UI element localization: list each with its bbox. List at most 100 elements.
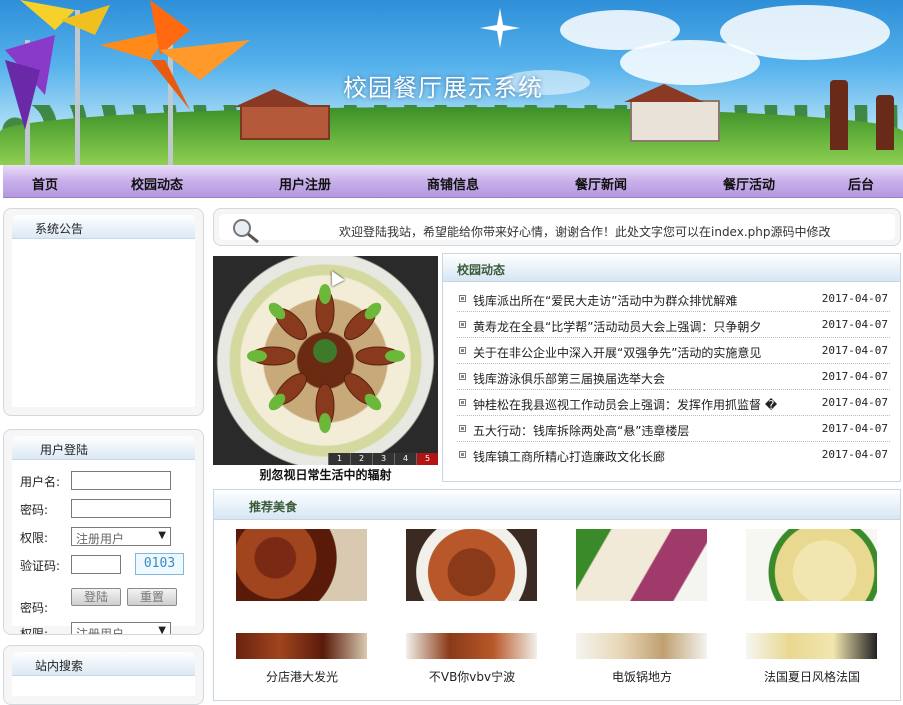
- windmill-icon: [830, 80, 848, 150]
- welcome-bar: 欢迎登陆我站，希望能给你带来好心情，谢谢合作！此处文字您可以在index.php…: [213, 208, 901, 246]
- login-panel: 用户登陆 用户名: 密码: 权限: 注册用户 ▼ 验证码: 0103 登陆 重置…: [3, 429, 204, 635]
- food-image-1[interactable]: [236, 529, 367, 601]
- slide-page-4[interactable]: 4: [394, 453, 416, 465]
- food-name-3[interactable]: 电饭锅地方: [567, 668, 717, 685]
- captcha-image[interactable]: 0103: [135, 553, 184, 575]
- news-item[interactable]: 黄寿龙在全县“比学帮”活动动员大会上强调：只争朝夕 2017-04-07: [457, 312, 890, 338]
- slide-page-2[interactable]: 2: [350, 453, 372, 465]
- bullet-icon: [459, 321, 466, 328]
- overflow-role-label: 权限:: [20, 627, 49, 635]
- food-image-3-lower[interactable]: [576, 633, 707, 659]
- slideshow-caption[interactable]: 别忽视日常生活中的辐射: [213, 466, 438, 483]
- cloud-shape: [720, 5, 890, 60]
- food-image-4[interactable]: [746, 529, 877, 601]
- overflow-role-select-value: 注册用户: [76, 627, 125, 635]
- nav-item-register[interactable]: 用户注册: [279, 174, 331, 193]
- food-image-4-lower[interactable]: [746, 633, 877, 659]
- bullet-icon: [459, 373, 466, 380]
- slideshow-image[interactable]: 1 2 3 4 5: [213, 256, 438, 465]
- news-item-title[interactable]: 关于在非公企业中深入开展“双强争先”活动的实施意见: [473, 344, 761, 361]
- bullet-icon: [459, 399, 466, 406]
- login-form: 用户名: 密码: 权限: 注册用户 ▼ 验证码: 0103 登陆 重置 密码: …: [12, 460, 195, 634]
- food-image-2-lower[interactable]: [406, 633, 537, 659]
- house-right: [624, 84, 720, 142]
- login-panel-title: 用户登陆: [40, 443, 89, 457]
- nav-item-restaurant-events[interactable]: 餐厅活动: [723, 174, 775, 193]
- main-nav: 首页 校园动态 用户注册 商铺信息 餐厅新闻 餐厅活动 后台: [3, 165, 903, 198]
- news-item-title[interactable]: 钱库游泳俱乐部第三届换届选举大会: [473, 370, 665, 387]
- sparkle-icon: [480, 8, 520, 48]
- news-item[interactable]: 关于在非公企业中深入开展“双强争先”活动的实施意见 2017-04-07: [457, 338, 890, 364]
- nav-item-campus-news[interactable]: 校园动态: [131, 174, 183, 193]
- news-item-title[interactable]: 钱库派出所在“爱民大走访”活动中为群众排忧解难: [473, 292, 737, 309]
- food-image-1-lower[interactable]: [236, 633, 367, 659]
- role-label: 权限:: [20, 531, 49, 545]
- overflow-password-label: 密码:: [20, 601, 49, 615]
- role-select[interactable]: 注册用户 ▼: [71, 527, 171, 546]
- notice-panel-header: 系统公告: [12, 215, 195, 239]
- news-item[interactable]: 钱库派出所在“爱民大走访”活动中为群众排忧解难 2017-04-07: [457, 286, 890, 312]
- news-item-title[interactable]: 黄寿龙在全县“比学帮”活动动员大会上强调：只争朝夕: [473, 318, 761, 335]
- bullet-icon: [459, 347, 466, 354]
- news-item-date: 2017-04-07: [821, 344, 888, 357]
- pinwheel-icon: [5, 0, 250, 130]
- site-title: 校园餐厅展示系统: [343, 74, 543, 102]
- news-item-date: 2017-04-07: [821, 422, 888, 435]
- news-item-date: 2017-04-07: [821, 448, 888, 461]
- recommended-food-header: 推荐美食: [214, 490, 900, 520]
- news-item[interactable]: 钱库镇工商所精心打造廉政文化长廊 2017-04-07: [457, 442, 890, 468]
- bullet-icon: [459, 425, 466, 432]
- notice-panel-body: [12, 239, 195, 407]
- food-image-3[interactable]: [576, 529, 707, 601]
- news-item-date: 2017-04-07: [821, 396, 888, 409]
- food-name-2[interactable]: 不VB你vbv宁波: [397, 668, 547, 685]
- bullet-icon: [459, 295, 466, 302]
- slide-page-5[interactable]: 5: [416, 453, 438, 465]
- notice-panel-title: 系统公告: [35, 222, 84, 236]
- recommended-food-panel: 推荐美食 分店港大发光 不VB你vbv宁波 电饭锅地方 法国夏日风格法国: [213, 489, 901, 701]
- login-panel-header: 用户登陆: [12, 436, 195, 460]
- username-label: 用户名:: [20, 475, 61, 489]
- nav-item-shops[interactable]: 商铺信息: [427, 174, 479, 193]
- welcome-message: 欢迎登陆我站，希望能给你带来好心情，谢谢合作！此处文字您可以在index.php…: [339, 225, 831, 239]
- nav-item-admin[interactable]: 后台: [848, 174, 874, 193]
- search-panel-header: 站内搜索: [12, 652, 195, 676]
- news-item[interactable]: 钱库游泳俱乐部第三届换届选举大会 2017-04-07: [457, 364, 890, 390]
- login-button[interactable]: 登陆: [71, 588, 121, 606]
- news-item-title[interactable]: 五大行动：钱库拆除两处高“悬”违章楼层: [473, 422, 689, 439]
- nav-item-restaurant-news[interactable]: 餐厅新闻: [575, 174, 627, 193]
- notice-panel: 系统公告: [3, 208, 204, 416]
- search-icon: [233, 219, 259, 243]
- campus-news-panel: 校园动态 钱库派出所在“爱民大走访”活动中为群众排忧解难 2017-04-07 …: [442, 253, 901, 482]
- news-item-date: 2017-04-07: [821, 318, 888, 331]
- chevron-down-icon: ▼: [158, 530, 166, 541]
- reset-button[interactable]: 重置: [127, 588, 177, 606]
- food-name-4[interactable]: 法国夏日风格法国: [737, 668, 887, 685]
- username-input[interactable]: [71, 471, 171, 490]
- captcha-label: 验证码:: [20, 559, 61, 573]
- food-image-2[interactable]: [406, 529, 537, 601]
- news-item-date: 2017-04-07: [821, 370, 888, 383]
- search-panel-body: [12, 676, 195, 696]
- recommended-food-title: 推荐美食: [249, 500, 298, 514]
- news-item-title[interactable]: 钱库镇工商所精心打造廉政文化长廊: [473, 448, 665, 465]
- food-name-1[interactable]: 分店港大发光: [227, 668, 377, 685]
- slide-page-3[interactable]: 3: [372, 453, 394, 465]
- chevron-down-icon: ▼: [158, 625, 166, 635]
- news-item-title[interactable]: 钟桂松在我县巡视工作动员会上强调：发挥作用抓监督 �: [473, 396, 777, 413]
- slide-page-1[interactable]: 1: [328, 453, 350, 465]
- captcha-input[interactable]: [71, 555, 121, 574]
- campus-news-header: 校园动态: [443, 254, 900, 282]
- news-item[interactable]: 五大行动：钱库拆除两处高“悬”违章楼层 2017-04-07: [457, 416, 890, 442]
- role-select-value: 注册用户: [76, 532, 125, 546]
- nav-item-home[interactable]: 首页: [32, 174, 58, 193]
- password-input[interactable]: [71, 499, 171, 518]
- search-panel-title: 站内搜索: [35, 659, 84, 673]
- bullet-icon: [459, 451, 466, 458]
- news-item-date: 2017-04-07: [821, 292, 888, 305]
- dish-image: [247, 284, 405, 433]
- password-label: 密码:: [20, 503, 49, 517]
- news-item[interactable]: 钟桂松在我县巡视工作动员会上强调：发挥作用抓监督 � 2017-04-07: [457, 390, 890, 416]
- search-panel: 站内搜索: [3, 645, 204, 705]
- overflow-role-select[interactable]: 注册用户 ▼: [71, 622, 171, 635]
